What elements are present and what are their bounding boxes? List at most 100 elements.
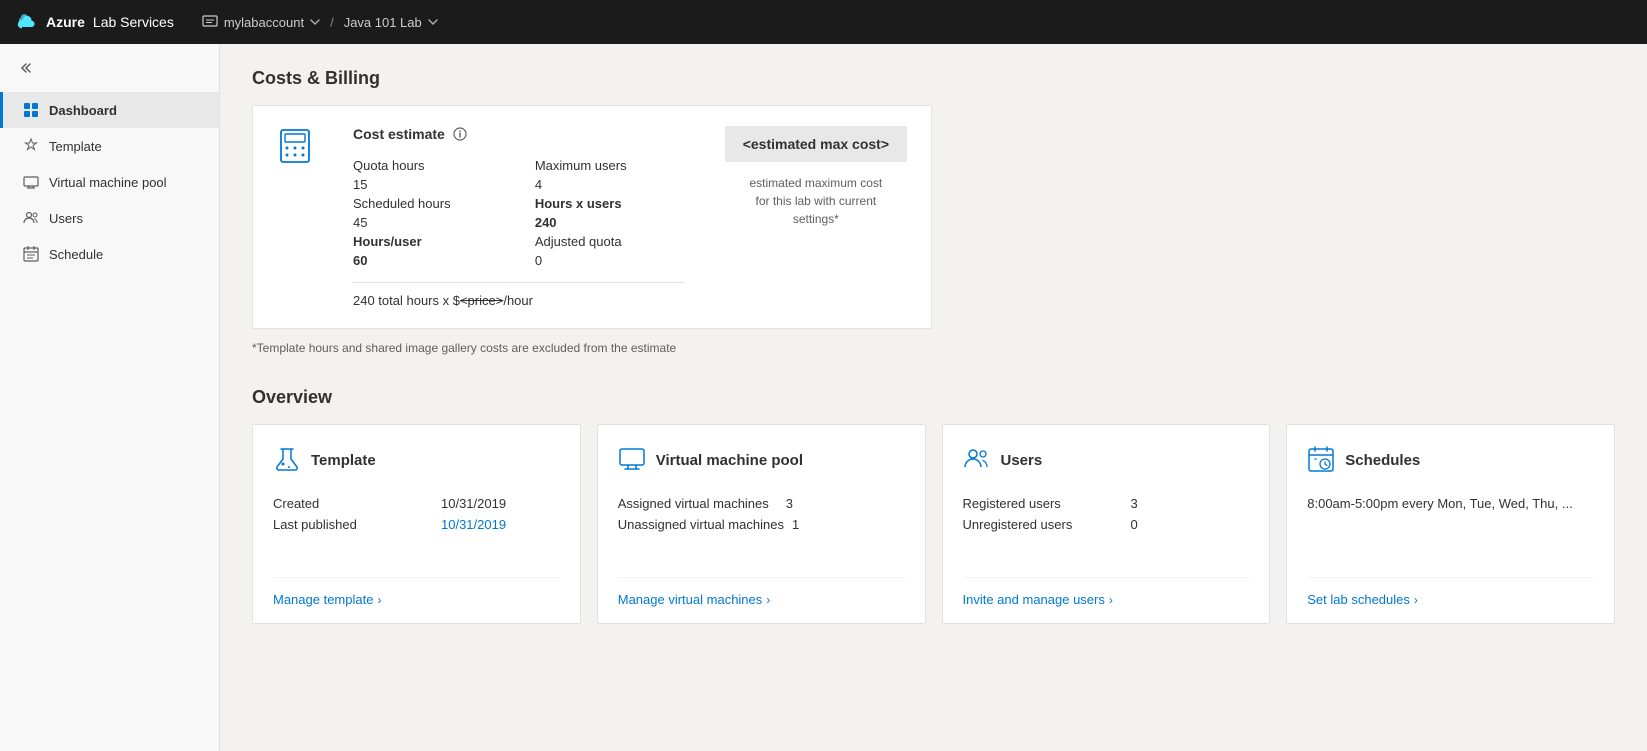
users-icon	[23, 210, 39, 226]
manage-template-link-label: Manage template	[273, 592, 373, 607]
lab-name[interactable]: Java 101 Lab	[344, 15, 422, 30]
account-name[interactable]: mylabaccount	[224, 15, 304, 30]
unregistered-users-field: Unregistered users 0	[963, 517, 1250, 532]
template-card-body: Created 10/31/2019 Last published 10/31/…	[273, 496, 560, 557]
quota-hours-value: 15	[353, 177, 503, 192]
manage-vms-link-label: Manage virtual machines	[618, 592, 763, 607]
unassigned-vms-label: Unassigned virtual machines	[618, 517, 784, 532]
cost-price: <price>	[460, 293, 503, 308]
azure-cloud-icon	[16, 11, 38, 33]
template-icon	[23, 138, 39, 154]
scheduled-hours-value: 45	[353, 215, 503, 230]
sidebar-item-template[interactable]: Template	[0, 128, 219, 164]
manage-template-chevron: ›	[377, 593, 381, 607]
sidebar-template-label: Template	[49, 139, 102, 154]
sidebar-item-schedule[interactable]: Schedule	[0, 236, 219, 272]
calendar-clock-icon	[1307, 445, 1335, 473]
template-created-label: Created	[273, 496, 433, 511]
brand-logo: Azure Lab Services	[16, 11, 174, 33]
overview-card-template: Template Created 10/31/2019 Last publish…	[252, 424, 581, 624]
template-card-header: Template	[273, 445, 560, 476]
users-card-body: Registered users 3 Unregistered users 0	[963, 496, 1250, 557]
users-card-title: Users	[1001, 452, 1043, 469]
overview-grid: Template Created 10/31/2019 Last publish…	[252, 424, 1615, 624]
quota-hours-label: Quota hours	[353, 158, 503, 173]
monitor-icon	[618, 445, 646, 473]
manage-vms-link[interactable]: Manage virtual machines ›	[618, 577, 905, 607]
assigned-vms-label: Assigned virtual machines	[618, 496, 778, 511]
account-icon	[202, 14, 218, 30]
registered-users-value: 3	[1131, 496, 1138, 511]
cost-total-text: 240 total hours x $	[353, 293, 460, 308]
cost-total: 240 total hours x $<price>/hour	[353, 282, 685, 308]
overview-card-schedules: Schedules 8:00am-5:00pm every Mon, Tue, …	[1286, 424, 1615, 624]
cost-footnote: *Template hours and shared image gallery…	[252, 341, 1615, 355]
template-created-field: Created 10/31/2019	[273, 496, 560, 511]
scheduled-hours-label: Scheduled hours	[353, 196, 503, 211]
invite-users-chevron: ›	[1109, 593, 1113, 607]
breadcrumb-divider: /	[330, 15, 334, 30]
manage-template-link[interactable]: Manage template ›	[273, 577, 560, 607]
lab-chevron-icon	[428, 17, 438, 27]
users-card-header: Users	[963, 445, 1250, 476]
vm-pool-icon	[23, 174, 39, 190]
account-chevron-icon	[310, 17, 320, 27]
unregistered-users-value: 0	[1131, 517, 1138, 532]
hours-x-users-value: 240	[535, 215, 685, 230]
schedule-description: 8:00am-5:00pm every Mon, Tue, Wed, Thu, …	[1307, 496, 1594, 511]
unregistered-users-label: Unregistered users	[963, 517, 1123, 532]
cost-card-header: Cost estimate	[353, 126, 685, 142]
sidebar-item-vm-pool[interactable]: Virtual machine pool	[0, 164, 219, 200]
template-published-value: 10/31/2019	[441, 517, 506, 532]
template-published-label: Last published	[273, 517, 433, 532]
hours-x-users-label: Hours x users	[535, 196, 685, 211]
sidebar-dashboard-label: Dashboard	[49, 103, 117, 118]
registered-users-field: Registered users 3	[963, 496, 1250, 511]
sidebar-collapse-button[interactable]	[0, 52, 219, 84]
adjusted-quota-label: Adjusted quota	[535, 234, 685, 249]
template-card-icon	[273, 445, 301, 476]
azure-label: Azure	[46, 14, 85, 30]
sidebar: Dashboard Template Virtual machine pool	[0, 44, 220, 751]
estimated-max-cost-box: <estimated max cost>	[725, 126, 907, 162]
schedules-card-body: 8:00am-5:00pm every Mon, Tue, Wed, Thu, …	[1307, 496, 1594, 557]
manage-vms-chevron: ›	[766, 593, 770, 607]
hours-per-user-label: Hours/user	[353, 234, 503, 249]
flask-icon	[273, 445, 301, 473]
set-lab-schedules-link[interactable]: Set lab schedules ›	[1307, 577, 1594, 607]
top-navigation: Azure Lab Services mylabaccount / Java 1…	[0, 0, 1647, 44]
invite-manage-users-link[interactable]: Invite and manage users ›	[963, 577, 1250, 607]
users-group-icon	[963, 445, 991, 473]
vm-pool-card-body: Assigned virtual machines 3 Unassigned v…	[618, 496, 905, 557]
cost-estimate-right: <estimated max cost> estimated maximum c…	[725, 126, 907, 228]
main-content: Costs & Billing Cost estimate	[220, 44, 1647, 751]
assigned-vms-value: 3	[786, 496, 793, 511]
sidebar-item-users[interactable]: Users	[0, 200, 219, 236]
overview-card-users: Users Registered users 3 Unregistered us…	[942, 424, 1271, 624]
cost-grid: Quota hours Maximum users 15 4 Scheduled…	[353, 158, 685, 268]
invite-manage-users-label: Invite and manage users	[963, 592, 1105, 607]
template-created-value: 10/31/2019	[441, 496, 506, 511]
cost-card-body: Cost estimate Quota hours Maximum users …	[353, 126, 685, 308]
info-icon[interactable]	[453, 127, 467, 141]
sidebar-item-dashboard[interactable]: Dashboard	[0, 92, 219, 128]
vm-pool-card-title: Virtual machine pool	[656, 452, 803, 469]
sidebar-vm-pool-label: Virtual machine pool	[49, 175, 167, 190]
cost-estimate-icon	[277, 128, 313, 167]
registered-users-label: Registered users	[963, 496, 1123, 511]
max-users-label: Maximum users	[535, 158, 685, 173]
vm-pool-card-header: Virtual machine pool	[618, 445, 905, 476]
dashboard-icon	[23, 102, 39, 118]
hours-per-user-value: 60	[353, 253, 503, 268]
template-published-field: Last published 10/31/2019	[273, 517, 560, 532]
sidebar-schedule-label: Schedule	[49, 247, 103, 262]
cost-estimate-title: Cost estimate	[353, 126, 445, 142]
template-card-title: Template	[311, 452, 376, 469]
sidebar-users-label: Users	[49, 211, 83, 226]
schedules-chevron: ›	[1414, 593, 1418, 607]
set-lab-schedules-label: Set lab schedules	[1307, 592, 1410, 607]
unassigned-vms-field: Unassigned virtual machines 1	[618, 517, 905, 532]
calculator-icon	[277, 128, 313, 164]
assigned-vms-field: Assigned virtual machines 3	[618, 496, 905, 511]
overview-title: Overview	[252, 387, 1615, 408]
